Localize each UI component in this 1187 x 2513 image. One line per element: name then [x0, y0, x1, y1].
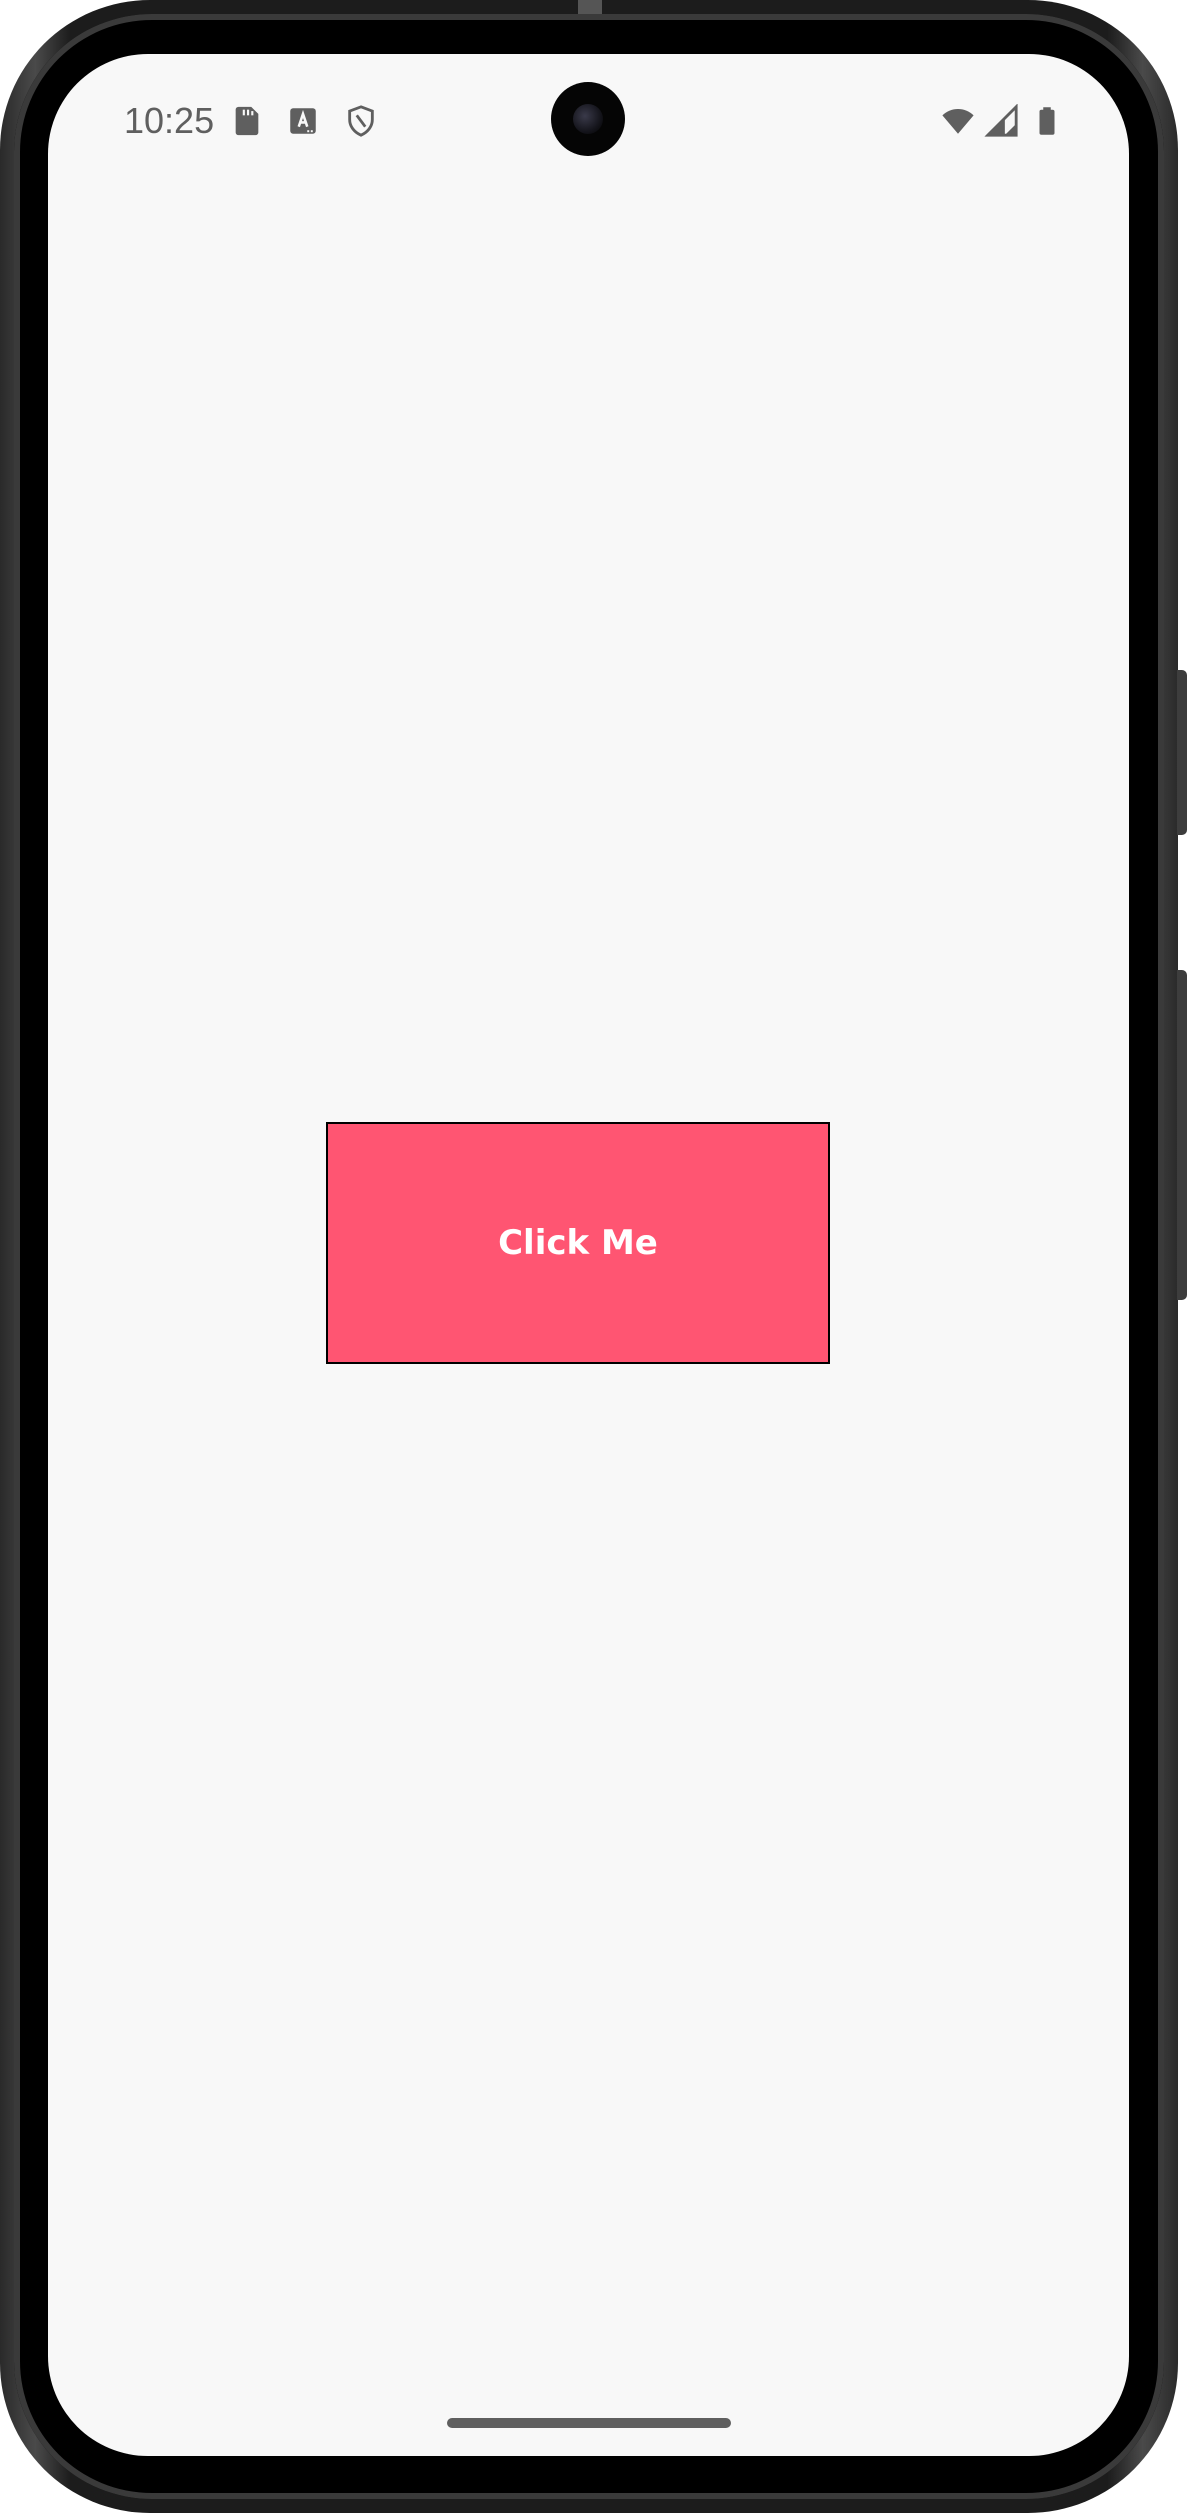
front-camera [551, 82, 625, 156]
click-me-button[interactable]: Click Me [326, 1122, 830, 1364]
power-button [1177, 970, 1187, 1300]
volume-button [1177, 670, 1187, 835]
text-a-icon [290, 108, 316, 134]
status-time: 10:25 [124, 100, 215, 141]
click-me-button-label: Click Me [498, 1223, 658, 1263]
battery-icon [1039, 107, 1055, 135]
camera-lens [573, 104, 603, 134]
cellular-signal-icon [984, 104, 1018, 137]
status-bar: 10:25 [48, 54, 1129, 184]
frame-top-seam [578, 0, 602, 14]
sd-card-icon [235, 106, 259, 136]
device-screen: 10:25 Click Me [48, 54, 1129, 2456]
device-stage: 10:25 Click Me [0, 0, 1187, 2513]
gesture-navigation-bar[interactable] [447, 2418, 731, 2428]
shield-icon [348, 105, 374, 137]
wifi-icon [942, 108, 974, 134]
